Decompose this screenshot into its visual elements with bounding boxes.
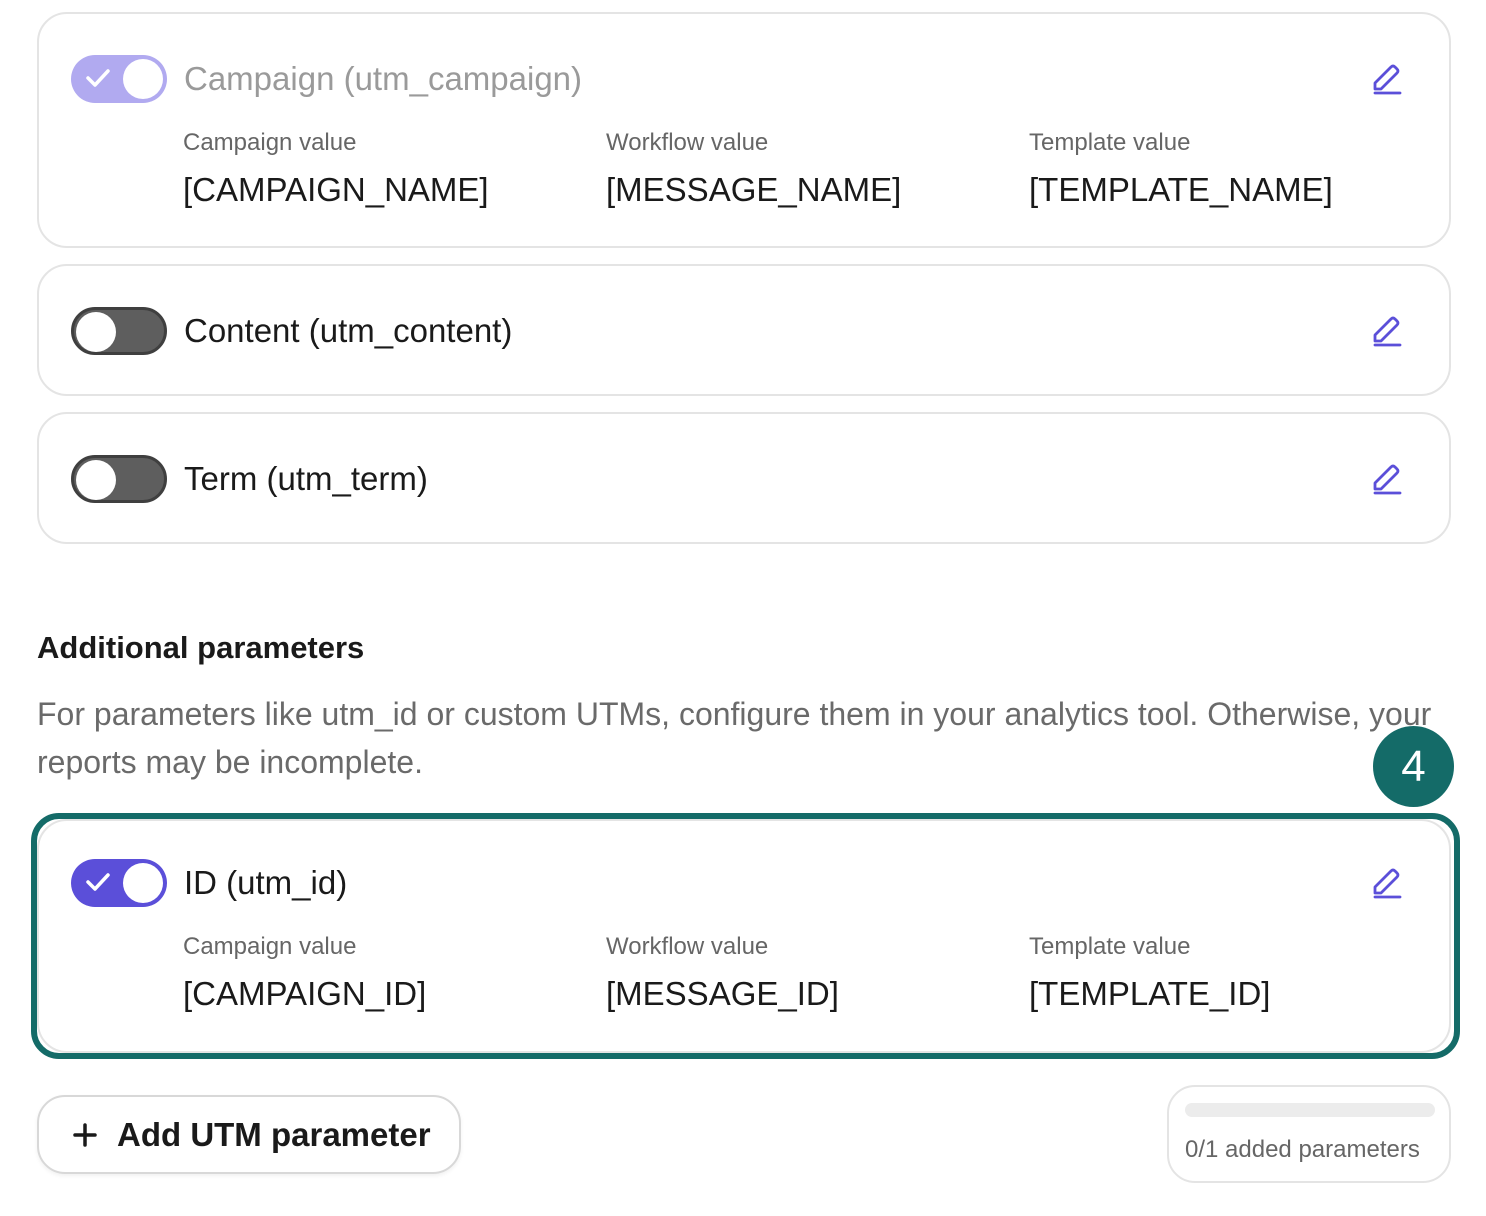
toggle-knob	[76, 460, 116, 500]
workflow-value-label: Workflow value	[606, 129, 769, 156]
template-value: [TEMPLATE_NAME]	[1029, 171, 1333, 208]
step-badge: 4	[1373, 726, 1454, 807]
workflow-value: [MESSAGE_NAME]	[606, 171, 902, 208]
param-card-term: Term (utm_term)	[37, 412, 1451, 544]
campaign-value-label: Campaign value	[183, 129, 357, 156]
add-utm-parameter-button[interactable]: Add UTM parameter	[37, 1095, 461, 1174]
param-title: Term (utm_term)	[184, 460, 428, 497]
content-toggle[interactable]	[71, 307, 167, 355]
check-icon	[86, 69, 110, 87]
toggle-knob	[76, 312, 116, 352]
progress-track	[1185, 1103, 1435, 1117]
edit-pencil-icon[interactable]	[1370, 462, 1404, 496]
section-title: Additional parameters	[37, 630, 365, 665]
step-highlight-frame	[31, 813, 1460, 1059]
edit-pencil-icon[interactable]	[1370, 314, 1404, 348]
template-value-label: Template value	[1029, 129, 1191, 156]
section-description: For parameters like utm_id or custom UTM…	[37, 696, 1432, 780]
add-utm-parameter-label: Add UTM parameter	[117, 1116, 431, 1153]
plus-icon	[73, 1123, 97, 1147]
added-parameters-progress: 0/1 added parameters	[1167, 1085, 1451, 1183]
edit-pencil-icon[interactable]	[1370, 62, 1404, 96]
term-toggle[interactable]	[71, 455, 167, 503]
campaign-toggle[interactable]	[71, 55, 167, 103]
param-title: Content (utm_content)	[184, 312, 513, 349]
param-title: Campaign (utm_campaign)	[184, 60, 583, 97]
param-card-content: Content (utm_content)	[37, 264, 1451, 396]
campaign-value: [CAMPAIGN_NAME]	[183, 171, 489, 208]
toggle-knob	[123, 59, 163, 99]
progress-text: 0/1 added parameters	[1185, 1136, 1420, 1163]
param-card-campaign: Campaign (utm_campaign) Campaign value […	[37, 12, 1451, 248]
